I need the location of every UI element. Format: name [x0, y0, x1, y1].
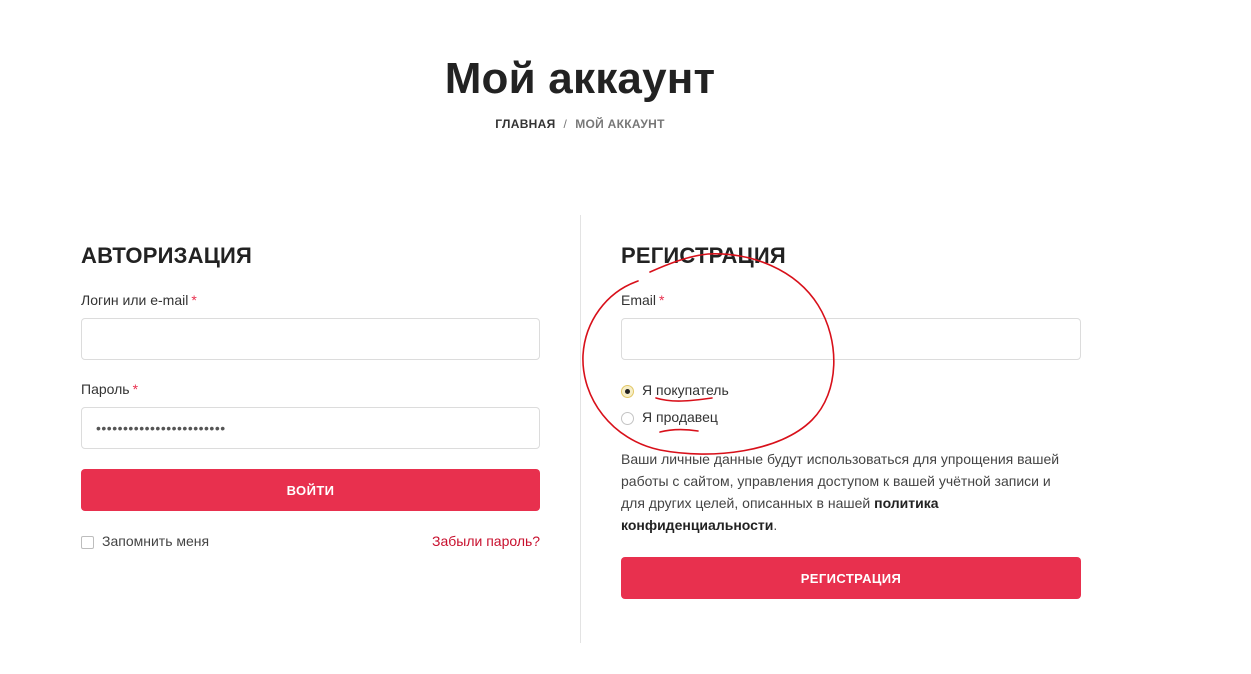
breadcrumb-separator: /	[563, 117, 568, 131]
register-title: РЕГИСТРАЦИЯ	[621, 243, 786, 268]
remember-me-label[interactable]: Запомнить меня	[102, 533, 209, 549]
required-mark: *	[132, 381, 139, 397]
email-input[interactable]	[621, 318, 1081, 360]
breadcrumb-home-link[interactable]: Главная	[495, 117, 555, 131]
annotation-underline-seller	[659, 428, 699, 433]
required-mark: *	[191, 292, 197, 308]
seller-radio-label[interactable]: Я продавец	[642, 409, 718, 425]
email-label-text: Email	[621, 292, 657, 308]
password-label-text: Пароль	[81, 381, 130, 397]
username-input[interactable]	[81, 318, 540, 360]
privacy-notice: Ваши личные данные будут использоваться …	[621, 448, 1071, 536]
required-mark: *	[659, 292, 665, 308]
privacy-end: .	[773, 517, 778, 533]
login-title: АВТОРИЗАЦИЯ	[81, 243, 252, 268]
breadcrumb-current: Мой аккаунт	[575, 117, 665, 131]
password-label: Пароль *	[81, 381, 138, 397]
username-label-text: Логин или e-mail	[81, 292, 189, 308]
register-button[interactable]: РЕГИСТРАЦИЯ	[621, 557, 1081, 599]
email-label: Email *	[621, 292, 664, 308]
remember-me-checkbox[interactable]	[81, 536, 94, 549]
login-button[interactable]: ВОЙТИ	[81, 469, 540, 511]
seller-radio[interactable]	[621, 412, 634, 425]
privacy-text: Ваши личные данные будут использоваться …	[621, 451, 1060, 511]
username-label: Логин или e-mail *	[81, 292, 197, 308]
annotation-underline-buyer	[655, 397, 713, 402]
buyer-radio[interactable]	[621, 385, 634, 398]
password-input[interactable]: ••••••••••••••••••••••••	[81, 407, 540, 449]
breadcrumb: Главная / Мой аккаунт	[0, 117, 1160, 131]
forgot-password-link[interactable]: Забыли пароль?	[432, 533, 540, 549]
buyer-radio-label[interactable]: Я покупатель	[642, 382, 729, 398]
page-title: Мой аккаунт	[444, 54, 716, 103]
column-divider	[580, 215, 581, 643]
